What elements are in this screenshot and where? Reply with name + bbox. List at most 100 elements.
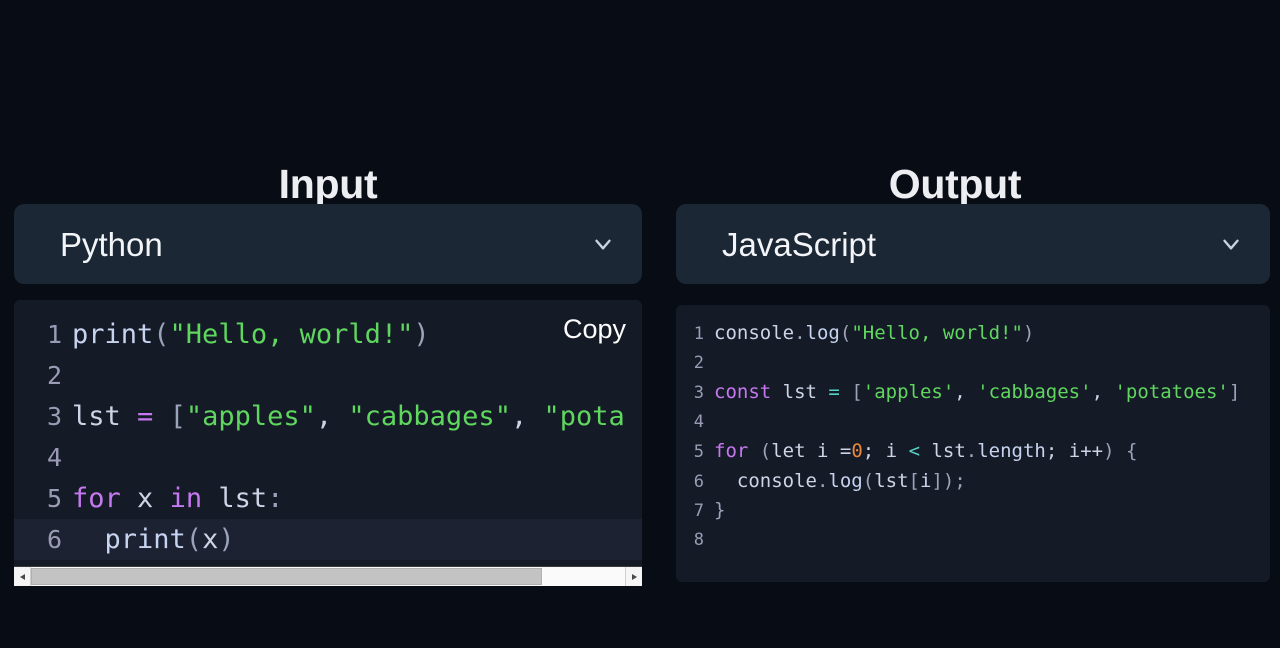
code-line: 7} — [676, 496, 1270, 526]
token-kw: for — [714, 440, 749, 462]
code-line: 1 console.log("Hello, world!") — [676, 319, 1270, 349]
token-fn: print — [72, 319, 154, 350]
token-punc: [ — [169, 401, 186, 432]
output-code-block[interactable]: 1 console.log("Hello, world!") 2 3 const lst… — [676, 305, 1270, 582]
line-number: 8 — [693, 529, 704, 550]
panes-container: Input Python 1 print("Hello, world!") 2 3 ls… — [0, 0, 1280, 648]
token-str: 'potatoes' — [1114, 381, 1229, 403]
input-code-block[interactable]: 1 print("Hello, world!") 2 3 lst = ["apples"… — [14, 300, 642, 566]
token-punc: [ — [908, 469, 920, 492]
token-str: 'apples' — [862, 381, 955, 403]
line-number: 1 — [46, 320, 62, 349]
line-number: 3 — [46, 402, 62, 431]
token-plain: ; i — [1045, 440, 1081, 462]
output-code-lines: 1 console.log("Hello, world!") 2 3 const lst… — [676, 305, 1270, 565]
token-num: 0 — [851, 440, 863, 462]
token-plain: x — [120, 483, 170, 514]
arrow-right-icon — [631, 573, 637, 580]
code-line: 1 print("Hello, world!") — [14, 314, 642, 355]
line-number: 2 — [693, 352, 704, 373]
input-pane-title: Input — [278, 161, 378, 208]
token-op: < — [908, 440, 921, 462]
line-number: 6 — [693, 471, 704, 492]
output-language-value: JavaScript — [722, 225, 877, 263]
token-plain: , — [954, 381, 978, 403]
code-line: 4 — [676, 408, 1270, 438]
token-punc: ( — [839, 322, 852, 344]
token-plain: console — [736, 469, 817, 492]
input-language-select[interactable]: Python — [14, 204, 642, 284]
token-plain: lst — [202, 483, 268, 514]
code-line: 8 — [676, 526, 1270, 556]
token-punc: ) — [218, 524, 235, 555]
token-punc: ) — [1022, 322, 1035, 344]
scroll-left-button[interactable] — [14, 567, 31, 586]
token-plain: , — [315, 401, 349, 432]
token-punc: ( — [862, 469, 875, 492]
token-prop: length — [977, 440, 1046, 462]
token-punc: [ — [851, 381, 863, 403]
token-plain: let — [771, 440, 806, 462]
line-number: 4 — [693, 411, 704, 432]
line-number: 7 — [693, 501, 704, 521]
code-line: 3 const lst = ['apples', 'cabbages', 'pot… — [676, 378, 1270, 408]
input-language-value: Python — [60, 225, 163, 263]
code-line: 5 for (let i =0; i < lst.length; i++) { — [676, 437, 1270, 467]
input-code-lines: 1 print("Hello, world!") 2 3 lst = ["apples"… — [14, 300, 642, 566]
code-line: 2 — [676, 349, 1270, 379]
token-punc: ] — [931, 469, 943, 492]
output-pane: Output JavaScript 1 console.log("Hello, w… — [658, 0, 1280, 648]
line-number: 3 — [693, 383, 704, 403]
code-line-text: lst = ["apples", "cabbages", "pota — [72, 396, 625, 437]
scroll-right-button[interactable] — [625, 567, 642, 586]
token-prop: log — [828, 469, 863, 492]
code-line: 4 — [14, 437, 642, 478]
code-line-text: for x in lst: — [72, 478, 283, 519]
token-str: "Hello, world!" — [169, 319, 414, 350]
token-punc: : — [267, 483, 284, 514]
copy-button[interactable]: Copy — [563, 316, 626, 343]
token-punc: ] — [1228, 381, 1241, 403]
token-kw: = — [137, 401, 154, 432]
code-line-text: console.log(lst[i]); — [714, 467, 966, 497]
token-punc: } — [714, 499, 726, 521]
output-pane-title: Output — [888, 161, 1022, 208]
input-pane: Input Python 1 print("Hello, world!") 2 3 ls… — [0, 0, 658, 648]
line-number: 5 — [693, 442, 704, 462]
code-line-text: console.log("Hello, world!") — [714, 319, 1034, 349]
scrollbar-track[interactable] — [31, 567, 625, 586]
input-horizontal-scrollbar[interactable] — [14, 566, 642, 586]
token-plain: = — [839, 440, 852, 462]
code-line: 3 lst = ["apples", "cabbages", "pota — [14, 396, 642, 437]
chevron-down-icon — [1218, 231, 1244, 257]
token-plain: lst — [72, 401, 138, 432]
code-line-text: for (let i =0; i < lst.length; i++) { — [714, 437, 1137, 467]
output-language-select[interactable]: JavaScript — [676, 204, 1270, 284]
token-prop: log — [805, 322, 840, 344]
token-kw: const — [714, 381, 772, 403]
output-code-scroll[interactable]: 1 console.log("Hello, world!") 2 3 const lst… — [676, 305, 1270, 582]
token-plain: , — [1091, 381, 1115, 403]
token-plain: lst — [771, 381, 829, 403]
token-punc: ( — [759, 440, 772, 462]
line-number: 5 — [46, 484, 62, 513]
code-line: 6 console.log(lst[i]); — [676, 467, 1270, 497]
token-fn: print — [104, 524, 186, 555]
scrollbar-thumb[interactable] — [31, 568, 542, 585]
code-line-text: } — [714, 496, 725, 526]
token-str: "Hello, world!" — [851, 322, 1023, 344]
token-plain: x — [202, 524, 219, 555]
token-punc: . — [794, 322, 806, 344]
token-plain: lst — [874, 469, 909, 492]
code-line-text: const lst = ['apples', 'cabbages', 'pota… — [714, 378, 1240, 408]
chevron-down-icon — [590, 231, 616, 257]
token-str: "pota — [543, 401, 625, 432]
token-punc: . — [816, 469, 829, 492]
token-str: "cabbages" — [348, 401, 511, 432]
code-line: 5 for x in lst: — [14, 478, 642, 519]
input-code-scroll[interactable]: 1 print("Hello, world!") 2 3 lst = ["apples"… — [14, 300, 642, 566]
